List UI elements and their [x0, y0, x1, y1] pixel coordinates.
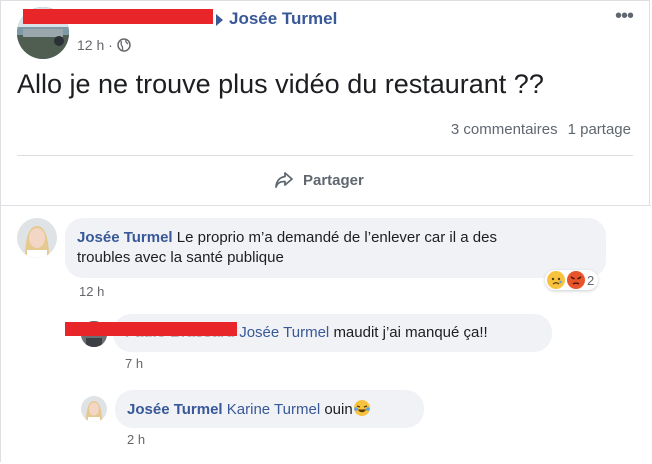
sad-reaction-icon [547, 271, 565, 289]
comment-text-line: Josée Turmel Le proprio m’a demandé de l… [77, 228, 594, 248]
share-arrow-icon [275, 172, 293, 188]
post-card: Paulo Brassard Josée Turmel 12 h · ••• A… [0, 0, 651, 464]
share-button-label: Partager [303, 171, 364, 189]
comment-text-line-2: troubles avec la santé publique [77, 249, 284, 266]
divider [17, 155, 633, 156]
share-count[interactable]: 1 partage [568, 121, 631, 138]
commenter-avatar[interactable] [17, 218, 57, 258]
comment-text: Le proprio m’a demandé de l’enlever car … [176, 229, 497, 246]
comment-bubble: Josée Turmel Le proprio m’a demandé de l… [65, 218, 606, 278]
comment-author[interactable]: Josée Turmel [77, 229, 173, 246]
comment-author[interactable]: Josée Turmel [127, 401, 223, 418]
reaction-summary[interactable]: 2 [545, 270, 599, 290]
post-time[interactable]: 12 h · [77, 37, 113, 53]
more-options-icon[interactable]: ••• [615, 5, 634, 28]
comments-section: Josée Turmel Le proprio m’a demandé de l… [1, 205, 651, 464]
redaction-bar [65, 322, 237, 336]
post-text: Allo je ne trouve plus vidéo du restaura… [17, 69, 544, 99]
laughing-crying-emoji-icon [353, 400, 370, 416]
arrow-right-icon [216, 14, 223, 26]
comment-mention[interactable]: Josée Turmel [239, 324, 329, 341]
post-counts: 3 commentaires 1 partage [451, 121, 631, 138]
comment-time[interactable]: 7 h [125, 356, 143, 371]
globe-icon [117, 38, 131, 52]
comment-mention[interactable]: Karine Turmel [227, 401, 320, 418]
comment-bubble: Josée Turmel Karine Turmel ouin [115, 390, 424, 428]
comment-count[interactable]: 3 commentaires [451, 121, 558, 138]
reaction-count: 2 [587, 272, 595, 288]
share-button[interactable]: Partager [273, 169, 364, 191]
comment-time[interactable]: 12 h [79, 284, 104, 299]
redaction-bar [23, 9, 213, 24]
angry-reaction-icon [567, 271, 585, 289]
comment-text: maudit j’ai manqué ça!! [333, 324, 488, 341]
commenter-avatar[interactable] [81, 396, 107, 422]
post-timestamp: 12 h · [77, 37, 131, 53]
comment-text: ouin [324, 401, 353, 418]
post-target-name[interactable]: Josée Turmel [229, 9, 337, 29]
comment-time[interactable]: 2 h [127, 432, 145, 447]
